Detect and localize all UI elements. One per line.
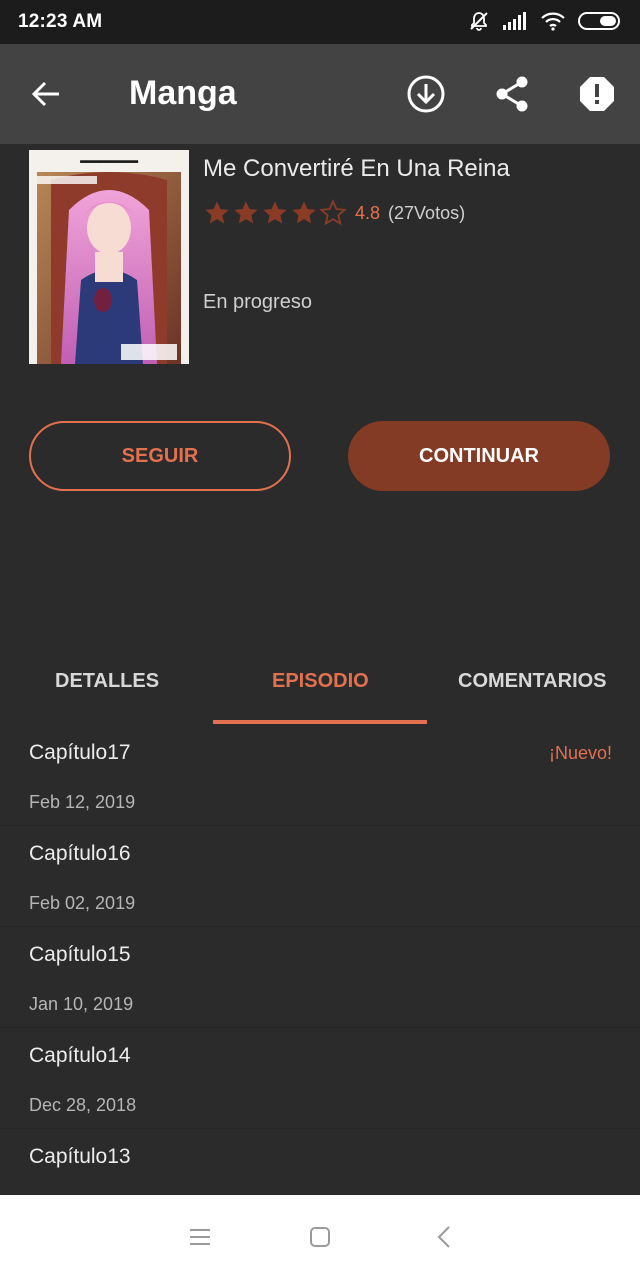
episode-title: Capítulo16 xyxy=(29,842,131,865)
episode-title: Capítulo14 xyxy=(29,1044,131,1067)
manga-cover[interactable]: ━━━━━━ xyxy=(29,150,189,364)
status-time: 12:23 AM xyxy=(18,11,103,32)
tab-comments[interactable]: COMENTARIOS xyxy=(458,670,607,693)
episode-date: Feb 12, 2019 xyxy=(29,792,136,812)
list-item[interactable]: Capítulo16 Feb 02, 2019 xyxy=(0,826,640,927)
list-item[interactable]: Capítulo14 Dec 28, 2018 xyxy=(0,1028,640,1129)
back-icon[interactable] xyxy=(433,1225,455,1249)
list-item[interactable]: Capítulo17 ¡Nuevo! Feb 12, 2019 xyxy=(0,725,640,826)
download-icon[interactable] xyxy=(406,74,446,114)
report-icon[interactable] xyxy=(578,75,616,113)
episode-title: Capítulo13 xyxy=(29,1145,131,1168)
wifi-icon xyxy=(541,12,565,31)
tab-details[interactable]: DETALLES xyxy=(55,670,159,693)
publication-status: En progreso xyxy=(203,291,312,313)
star-outline-icon xyxy=(319,199,347,226)
active-tab-indicator xyxy=(213,720,427,724)
signal-icon xyxy=(503,12,526,30)
mute-icon xyxy=(470,12,488,31)
tab-episode[interactable]: EPISODIO xyxy=(272,670,369,693)
new-badge: ¡Nuevo! xyxy=(548,743,612,763)
episode-date: Jan 10, 2019 xyxy=(29,994,134,1014)
follow-button[interactable]: SEGUIR xyxy=(29,421,291,491)
list-item[interactable]: Capítulo15 Jan 10, 2019 xyxy=(0,927,640,1028)
page-title: Manga xyxy=(129,74,237,112)
continue-button[interactable]: CONTINUAR xyxy=(348,421,610,491)
system-nav-bar xyxy=(0,1195,640,1280)
recent-apps-icon[interactable] xyxy=(189,1226,211,1248)
svg-text:━━━━━━: ━━━━━━ xyxy=(79,152,138,171)
episode-title: Capítulo17 xyxy=(29,741,131,764)
episode-date: Feb 02, 2019 xyxy=(29,893,136,913)
tab-bar: DETALLES EPISODIO COMENTARIOS xyxy=(0,640,640,724)
rating: 4.8 (27Votos) xyxy=(203,199,465,227)
rating-stars xyxy=(203,199,347,227)
manga-title: Me Convertiré En Una Reina xyxy=(203,155,510,182)
status-bar: 12:23 AM xyxy=(0,0,640,44)
status-icons xyxy=(468,10,622,32)
episode-list: Capítulo17 ¡Nuevo! Feb 12, 2019 Capítulo… xyxy=(0,725,640,1230)
share-icon[interactable] xyxy=(493,75,531,113)
episode-title: Capítulo15 xyxy=(29,943,131,966)
back-arrow-icon[interactable] xyxy=(30,78,62,110)
star-filled-icon xyxy=(234,201,258,224)
star-filled-icon xyxy=(263,201,287,224)
star-filled-icon xyxy=(205,201,229,224)
rating-score: 4.8 xyxy=(355,202,381,223)
battery-icon xyxy=(578,12,620,30)
home-icon[interactable] xyxy=(309,1226,331,1248)
app-bar: Manga xyxy=(0,44,640,144)
episode-date: Dec 28, 2018 xyxy=(29,1095,137,1115)
rating-votes: (27Votos) xyxy=(388,202,466,223)
star-filled-icon xyxy=(292,201,316,224)
